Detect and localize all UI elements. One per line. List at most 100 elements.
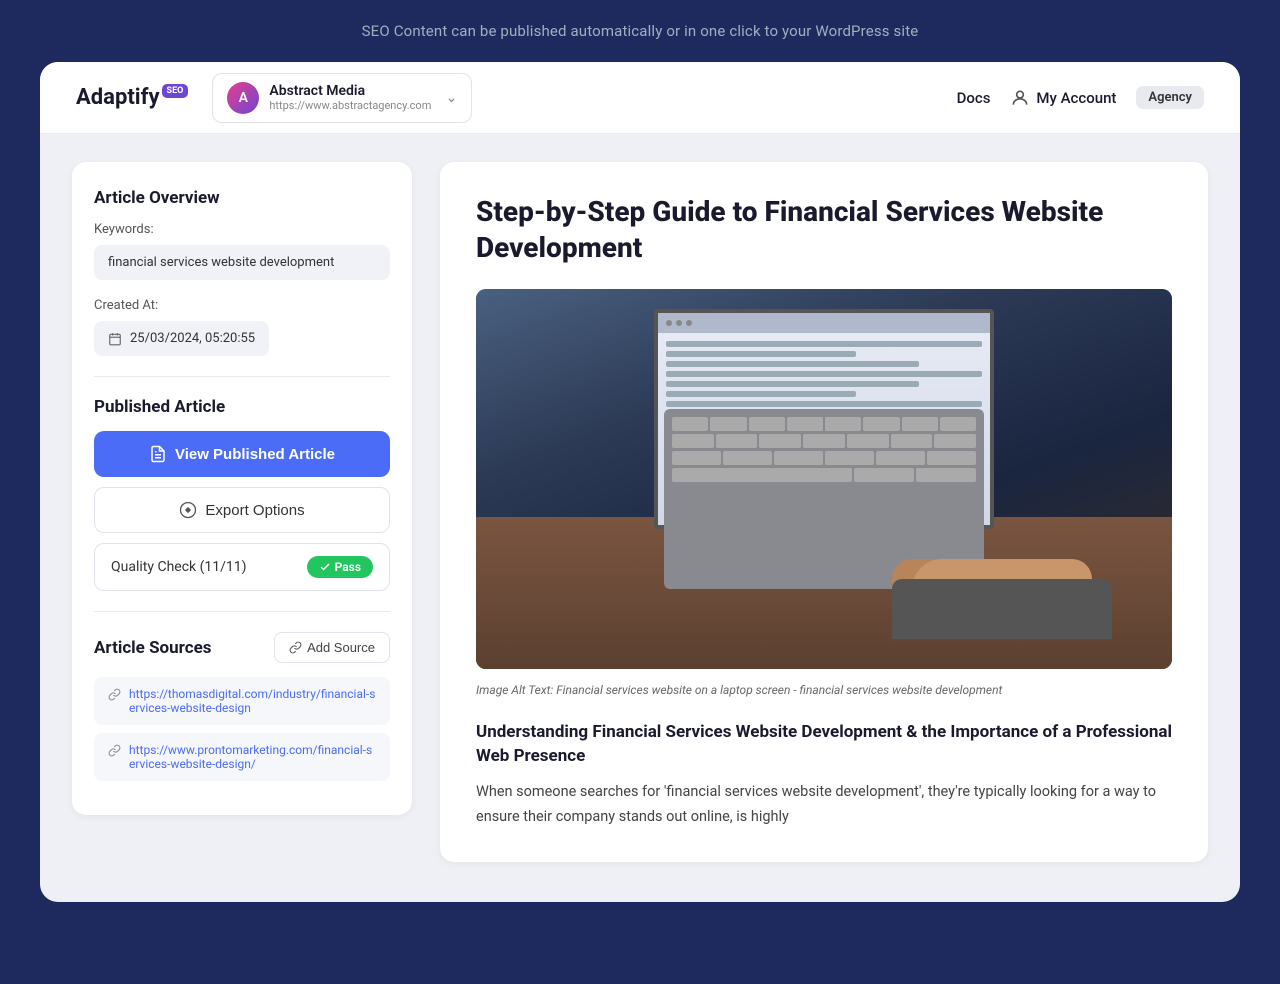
key: [863, 417, 899, 431]
account-info: Abstract Media https://www.abstractagenc…: [269, 83, 435, 112]
created-at-value: 25/03/2024, 05:20:55: [94, 321, 269, 356]
keyboard-row-4: [672, 468, 976, 482]
created-at-label: Created At:: [94, 298, 390, 313]
keyboard-row-2: [672, 434, 976, 448]
quality-check-label: Quality Check (11/11): [111, 559, 247, 575]
checkmark-icon: [319, 561, 331, 573]
spacebar: [672, 468, 852, 482]
top-banner: SEO Content can be published automatical…: [0, 0, 1280, 62]
laptop-scene: [476, 289, 1172, 669]
banner-text: SEO Content can be published automatical…: [362, 22, 919, 40]
link-icon: [289, 641, 302, 654]
key: [787, 417, 823, 431]
export-options-button[interactable]: Export Options: [94, 487, 390, 533]
article-title: Step-by-Step Guide to Financial Services…: [476, 194, 1172, 267]
image-caption: Image Alt Text: Financial services websi…: [476, 681, 1172, 699]
key: [710, 417, 746, 431]
account-circle-icon: [1010, 88, 1030, 108]
keywords-value: financial services website development: [94, 245, 390, 280]
key: [891, 434, 933, 448]
logo-text: Adaptify: [76, 85, 160, 110]
dot1: [666, 320, 672, 326]
sources-header: Article Sources Add Source: [94, 632, 390, 663]
pass-label: Pass: [335, 560, 361, 574]
key: [934, 434, 976, 448]
calendar-icon: [108, 332, 122, 346]
dot2: [676, 320, 682, 326]
screen-line-7: [666, 401, 982, 407]
quality-check-row: Quality Check (11/11) Pass: [94, 543, 390, 591]
right-panel: Step-by-Step Guide to Financial Services…: [440, 162, 1208, 862]
account-name: Abstract Media: [269, 83, 435, 99]
my-account-label: My Account: [1036, 89, 1116, 107]
key: [902, 417, 938, 431]
agency-badge[interactable]: Agency: [1136, 86, 1204, 109]
screen-bar: [658, 313, 990, 333]
export-options-label: Export Options: [205, 502, 304, 519]
sleeve: [892, 579, 1112, 639]
view-published-button[interactable]: View Published Article: [94, 431, 390, 477]
screen-line-3: [666, 361, 919, 367]
main-content: Article Overview Keywords: financial ser…: [40, 134, 1240, 890]
logo-area: Adaptify SEO: [76, 85, 188, 110]
source-item-1[interactable]: https://thomasdigital.com/industry/finan…: [94, 677, 390, 725]
key: [672, 451, 721, 465]
key: [927, 451, 976, 465]
account-url: https://www.abstractagency.com: [269, 99, 435, 112]
key: [825, 417, 861, 431]
key: [774, 451, 823, 465]
source-url-1: https://thomasdigital.com/industry/finan…: [129, 687, 376, 715]
document-icon: [149, 445, 167, 463]
published-article-title: Published Article: [94, 397, 390, 417]
header: Adaptify SEO A Abstract Media https://ww…: [40, 62, 1240, 134]
screen-line-5: [666, 381, 919, 387]
article-sources-title: Article Sources: [94, 638, 212, 658]
screen-lines: [658, 333, 990, 415]
key: [672, 434, 714, 448]
account-avatar: A: [227, 82, 259, 114]
app-wrapper: Adaptify SEO A Abstract Media https://ww…: [40, 62, 1240, 902]
divider-2: [94, 611, 390, 612]
key: [749, 417, 785, 431]
source-url-2: https://www.prontomarketing.com/financia…: [129, 743, 376, 771]
key: [847, 434, 889, 448]
header-right: Docs My Account Agency: [957, 86, 1204, 109]
left-panel: Article Overview Keywords: financial ser…: [72, 162, 412, 815]
add-source-label: Add Source: [307, 640, 375, 655]
pass-badge: Pass: [307, 556, 373, 578]
keyboard-row-3: [672, 451, 976, 465]
account-selector[interactable]: A Abstract Media https://www.abstractage…: [212, 73, 472, 123]
docs-link[interactable]: Docs: [957, 89, 991, 107]
screen-line-1: [666, 341, 982, 347]
key: [876, 451, 925, 465]
key: [940, 417, 976, 431]
article-body: When someone searches for 'financial ser…: [476, 780, 1172, 829]
key: [916, 468, 976, 482]
keyboard-row-1: [672, 417, 976, 431]
export-icon: [179, 501, 197, 519]
screen-line-2: [666, 351, 856, 357]
my-account-button[interactable]: My Account: [1010, 88, 1116, 108]
key: [716, 434, 758, 448]
key: [803, 434, 845, 448]
article-image: [476, 289, 1172, 669]
key: [723, 451, 772, 465]
created-at-text: 25/03/2024, 05:20:55: [130, 331, 255, 346]
link-icon-source2: [108, 744, 121, 757]
screen-line-4: [666, 371, 982, 377]
view-published-label: View Published Article: [175, 446, 335, 463]
key: [854, 468, 914, 482]
article-section-title: Understanding Financial Services Website…: [476, 721, 1172, 769]
keywords-label: Keywords:: [94, 222, 390, 237]
key: [672, 417, 708, 431]
logo-badge: SEO: [162, 84, 189, 98]
add-source-button[interactable]: Add Source: [274, 632, 390, 663]
screen-line-6: [666, 391, 856, 397]
key: [759, 434, 801, 448]
link-icon-source1: [108, 688, 121, 701]
article-overview-title: Article Overview: [94, 188, 390, 208]
source-item-2[interactable]: https://www.prontomarketing.com/financia…: [94, 733, 390, 781]
key: [825, 451, 874, 465]
divider-1: [94, 376, 390, 377]
dot3: [686, 320, 692, 326]
